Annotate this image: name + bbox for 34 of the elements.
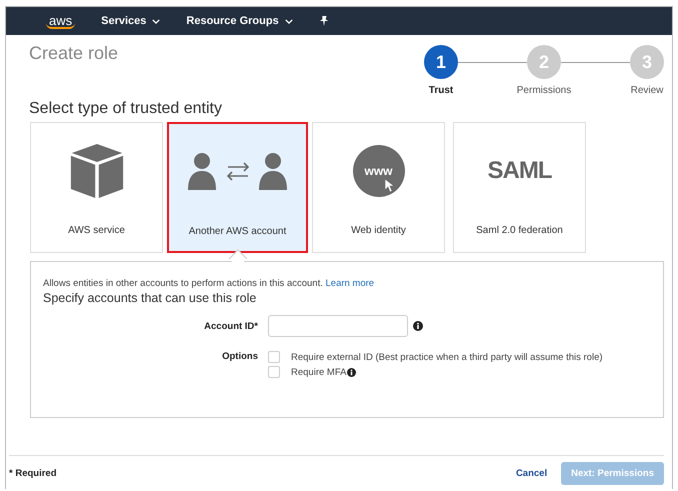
globe-icon: www [352,145,404,197]
users-exchange-icon [186,152,288,192]
page-title: Create role [29,43,118,65]
field-label: Account ID* [203,320,258,332]
required-note: * Required [9,468,57,479]
entity-card[interactable]: Another AWS account [167,122,308,253]
option-label: Require MFA [291,366,346,378]
info-icon[interactable] [347,368,356,376]
info-icon[interactable] [413,321,423,331]
step-label: Permissions [516,85,572,96]
cube-icon [70,142,124,200]
nav-menu[interactable]: Services [101,15,160,27]
checkbox[interactable] [268,351,280,363]
step-label: Trust [428,85,454,96]
account-id-field[interactable] [268,315,408,337]
chevron-icon [152,18,160,24]
aws-logo[interactable]: aws [46,14,76,28]
field-label: Options [221,351,258,362]
description-text: Allows entities in other accounts to perform actions in this account. Learn more [43,278,376,289]
panel-heading: Specify accounts that can use this role [43,291,258,305]
step-circle: 1 [424,45,458,79]
checkbox[interactable] [268,366,280,378]
entity-card[interactable]: SAML Saml 2.0 federation [453,122,586,253]
entity-card[interactable]: www Web identity [312,122,445,253]
entity-card[interactable]: AWS service [30,122,163,253]
step-label: Review [630,85,664,96]
nav-menu[interactable]: Resource Groups [186,15,293,27]
learn-more-link[interactable]: Learn more [326,278,374,289]
section-title: Select type of trusted entity [29,100,223,118]
chevron-icon [284,18,293,24]
option-row[interactable]: Require MFA [268,366,603,378]
pin-icon[interactable] [318,16,329,26]
cancel-button[interactable]: Cancel [516,468,548,479]
saml-logo: SAML [488,157,552,185]
